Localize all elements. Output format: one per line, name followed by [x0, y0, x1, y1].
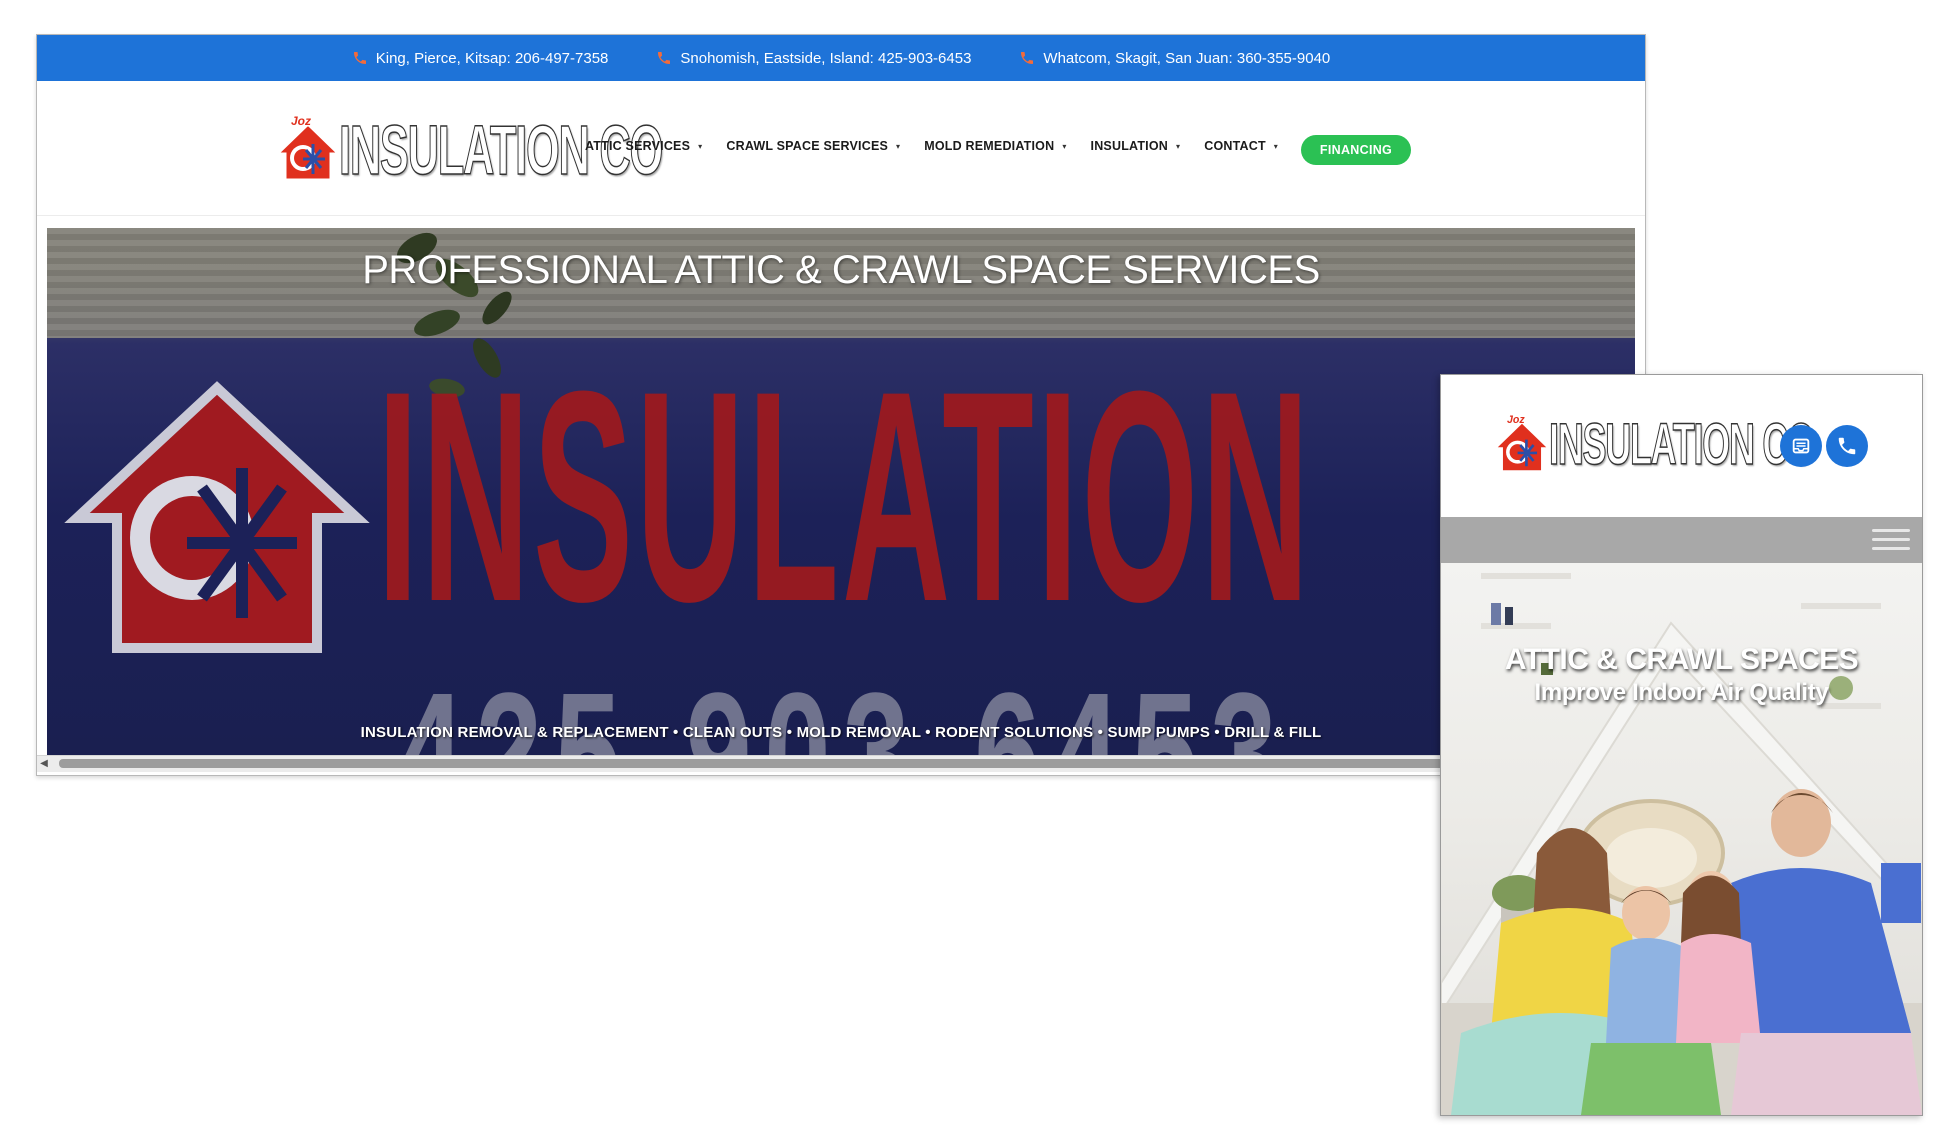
horizontal-scrollbar[interactable]: ◀	[37, 755, 1645, 772]
logo-emblem-text: Joz	[1507, 414, 1525, 426]
hero-banner: INSULATION 425-903-6453 PROFESSIONAL ATT…	[47, 228, 1635, 756]
mobile-header: Joz INSULATION CO	[1441, 375, 1922, 517]
scrollbar-thumb[interactable]	[59, 759, 1619, 768]
hero-services-list: INSULATION REMOVAL & REPLACEMENT • CLEAN…	[360, 724, 1322, 741]
phone-link-whatcom-skagit-san-juan[interactable]: Whatcom, Skagit, San Juan: 360-355-9040	[1019, 50, 1330, 67]
financing-button[interactable]: FINANCING	[1301, 135, 1411, 165]
nav-item-label: ATTIC SERVICES	[585, 139, 691, 153]
nav-item-crawl-space-services[interactable]: CRAWL SPACE SERVICES ▾	[726, 139, 900, 153]
nav-item-insulation[interactable]: INSULATION ▾	[1091, 139, 1181, 153]
desktop-site-screenshot: King, Pierce, Kitsap: 206-497-7358 Snoho…	[36, 34, 1646, 776]
caret-down-icon: ▾	[698, 141, 703, 151]
logo-house-sun-snowflake-icon: Joz	[273, 114, 343, 182]
hero-sign-number: 425-903-6453	[397, 658, 1290, 756]
phone-label: Snohomish, Eastside, Island: 425-903-645…	[680, 49, 972, 67]
phone-icon	[353, 52, 366, 64]
caret-down-icon: ▾	[1176, 141, 1181, 151]
scroll-left-arrow-icon[interactable]: ◀	[39, 757, 49, 771]
top-contact-bar: King, Pierce, Kitsap: 206-497-7358 Snoho…	[37, 35, 1645, 81]
nav-item-contact[interactable]: CONTACT ▾	[1204, 139, 1278, 153]
phone-icon	[658, 52, 671, 64]
mobile-hero-title: ATTIC & CRAWL SPACES	[1504, 643, 1859, 676]
nav-item-label: CONTACT	[1204, 139, 1266, 153]
hero-sign-text: INSULATION	[377, 328, 1313, 664]
phone-label: Whatcom, Skagit, San Juan: 360-355-9040	[1043, 49, 1331, 67]
main-menu: ATTIC SERVICES ▾ CRAWL SPACE SERVICES ▾ …	[585, 139, 1278, 153]
nav-item-mold-remediation[interactable]: MOLD REMEDIATION ▾	[924, 139, 1066, 153]
hero-title: PROFESSIONAL ATTIC & CRAWL SPACE SERVICE…	[362, 248, 1320, 292]
phone-label: King, Pierce, Kitsap: 206-497-7358	[375, 49, 609, 67]
nav-item-label: CRAWL SPACE SERVICES	[726, 139, 889, 153]
mobile-hero-subtitle: Improve Indoor Air Quality	[1534, 679, 1829, 706]
mobile-menu-bar	[1441, 517, 1922, 563]
phone-link-king-pierce-kitsap[interactable]: King, Pierce, Kitsap: 206-497-7358	[352, 49, 609, 67]
logo-text: INSULATION CO	[1549, 412, 1816, 477]
caret-down-icon: ▾	[1273, 141, 1279, 151]
phone-icon	[1838, 437, 1856, 455]
nav-item-label: MOLD REMEDIATION	[924, 139, 1055, 153]
caret-down-icon: ▾	[1062, 141, 1067, 151]
hero-house-logo-icon	[64, 381, 370, 653]
logo-house-sun-snowflake-icon: Joz	[1491, 414, 1553, 473]
nav-item-attic-services[interactable]: ATTIC SERVICES ▾	[585, 139, 702, 153]
nav-item-label: INSULATION	[1090, 139, 1168, 153]
call-button[interactable]	[1826, 425, 1868, 467]
phone-icon	[1021, 52, 1034, 64]
caret-down-icon: ▾	[896, 141, 901, 151]
mobile-hero-banner: ATTIC & CRAWL SPACES Improve Indoor Air …	[1441, 563, 1922, 1115]
hamburger-menu-icon[interactable]	[1872, 529, 1910, 553]
email-icon	[1792, 438, 1810, 454]
phone-link-snohomish-eastside-island[interactable]: Snohomish, Eastside, Island: 425-903-645…	[656, 50, 971, 67]
email-button[interactable]	[1780, 425, 1822, 467]
main-navigation-bar: Joz INSULATION CO ATTIC SERVICES ▾ CRAWL…	[37, 81, 1645, 216]
logo-emblem-text: Joz	[291, 114, 311, 128]
mobile-site-screenshot: Joz INSULATION CO ATTIC & CRAWL SPACES I…	[1440, 374, 1923, 1116]
